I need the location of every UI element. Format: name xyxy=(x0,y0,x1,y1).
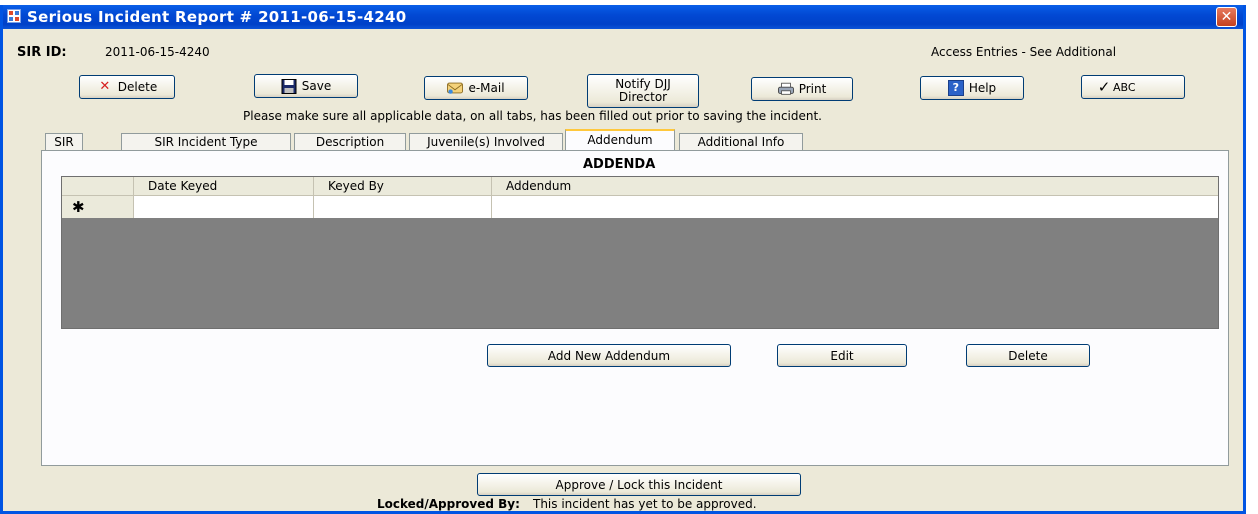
close-button[interactable]: ✕ xyxy=(1216,7,1237,27)
email-button[interactable]: e-Mail xyxy=(424,76,528,100)
notify-button-line2: Director xyxy=(618,90,668,104)
close-icon: ✕ xyxy=(1220,9,1233,25)
delete-button[interactable]: ✕ Delete xyxy=(79,75,175,99)
add-new-addendum-label: Add New Addendum xyxy=(547,348,671,363)
save-button[interactable]: Save xyxy=(254,74,358,98)
grid-header: Date Keyed Keyed By Addendum xyxy=(62,177,1218,196)
column-header-date-keyed[interactable]: Date Keyed xyxy=(134,177,314,195)
tab-sir[interactable]: SIR xyxy=(45,133,83,151)
tab-sir-incident-type[interactable]: SIR Incident Type xyxy=(121,133,291,151)
edit-button-label: Edit xyxy=(830,348,854,363)
tab-addendum[interactable]: Addendum xyxy=(565,129,675,151)
addenda-grid[interactable]: Date Keyed Keyed By Addendum ✱ xyxy=(61,176,1219,329)
spell-check-label: ABC xyxy=(1113,80,1136,94)
approve-lock-label: Approve / Lock this Incident xyxy=(555,477,723,492)
title-bar[interactable]: Serious Incident Report # 2011-06-15-424… xyxy=(3,5,1243,29)
sir-id-value: 2011-06-15-4240 xyxy=(105,45,210,59)
email-button-label: e-Mail xyxy=(468,81,505,95)
addendum-delete-label: Delete xyxy=(1008,348,1048,363)
red-x-icon: ✕ xyxy=(99,79,111,94)
approve-lock-button[interactable]: Approve / Lock this Incident xyxy=(477,473,801,496)
save-notice: Please make sure all applicable data, on… xyxy=(243,109,822,123)
notify-djj-director-button[interactable]: Notify DJJ Director xyxy=(587,74,699,108)
date-keyed-cell[interactable] xyxy=(134,196,314,218)
spell-check-button[interactable]: ✓ ABC xyxy=(1081,75,1185,99)
save-button-label: Save xyxy=(301,79,332,93)
sir-id-label: SIR ID: xyxy=(17,45,67,60)
help-button[interactable]: ? Help xyxy=(920,76,1024,100)
delete-button-label: Delete xyxy=(117,80,158,94)
print-button-label: Print xyxy=(798,82,827,96)
locked-approved-label: Locked/Approved By: xyxy=(377,497,520,511)
addenda-heading: ADDENDA xyxy=(583,157,656,172)
checkmark-icon: ✓ xyxy=(1097,78,1111,96)
locked-approved-value: This incident has yet to be approved. xyxy=(533,497,757,511)
envelope-icon xyxy=(447,82,464,94)
edit-button[interactable]: Edit xyxy=(777,344,907,367)
addendum-delete-button[interactable]: Delete xyxy=(966,344,1090,367)
column-header-addendum[interactable]: Addendum xyxy=(492,177,1218,195)
add-new-addendum-button[interactable]: Add New Addendum xyxy=(487,344,731,367)
question-mark-icon: ? xyxy=(947,80,964,96)
grid-corner-cell xyxy=(62,177,134,195)
tab-description[interactable]: Description xyxy=(294,133,406,151)
column-header-keyed-by[interactable]: Keyed By xyxy=(314,177,492,195)
keyed-by-cell[interactable] xyxy=(314,196,492,218)
printer-icon xyxy=(777,82,794,95)
sir-window: Serious Incident Report # 2011-06-15-424… xyxy=(0,5,1246,514)
help-button-label: Help xyxy=(968,81,997,95)
print-button[interactable]: Print xyxy=(751,77,853,101)
new-entry-row[interactable]: ✱ xyxy=(62,196,1218,218)
form-icon xyxy=(7,9,21,23)
tab-juveniles-involved[interactable]: Juvenile(s) Involved xyxy=(409,133,563,151)
floppy-disk-icon xyxy=(281,78,297,94)
access-entries-text: Access Entries - See Additional xyxy=(931,45,1117,59)
window-title: Serious Incident Report # 2011-06-15-424… xyxy=(27,8,407,26)
new-row-marker: ✱ xyxy=(62,196,134,218)
addendum-cell[interactable] xyxy=(492,196,1218,218)
tab-additional-info[interactable]: Additional Info xyxy=(679,133,803,151)
